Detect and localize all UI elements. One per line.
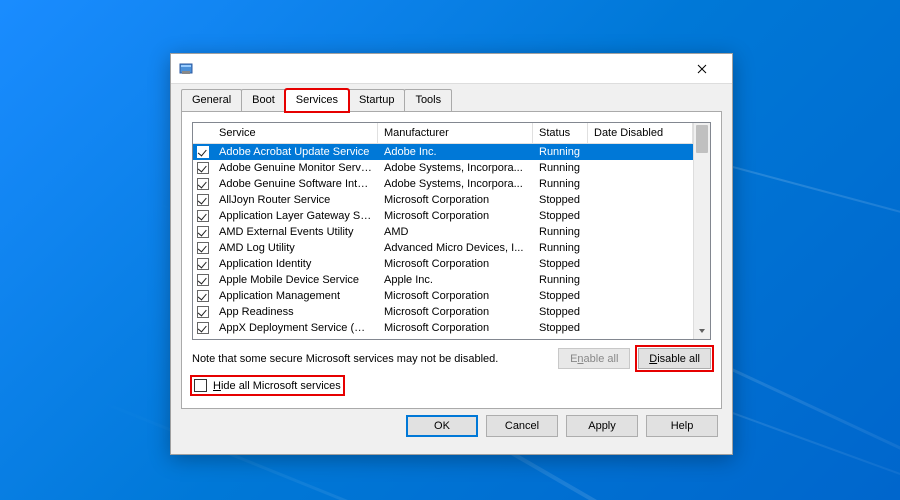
row-checkbox[interactable] xyxy=(197,178,209,190)
row-checkbox[interactable] xyxy=(197,290,209,302)
col-service-header[interactable]: Service xyxy=(213,123,378,143)
titlebar[interactable] xyxy=(171,54,732,84)
cell-service: AMD External Events Utility xyxy=(213,226,378,238)
table-row[interactable]: Apple Mobile Device ServiceApple Inc.Run… xyxy=(193,272,693,288)
cell-service: Adobe Acrobat Update Service xyxy=(213,146,378,158)
cancel-button[interactable]: Cancel xyxy=(486,415,558,437)
cell-manufacturer: Microsoft Corporation xyxy=(378,194,533,206)
note-text: Note that some secure Microsoft services… xyxy=(192,353,550,365)
col-manufacturer-header[interactable]: Manufacturer xyxy=(378,123,533,143)
hide-microsoft-checkbox[interactable] xyxy=(194,379,207,392)
row-checkbox[interactable] xyxy=(197,306,209,318)
cell-manufacturer: Microsoft Corporation xyxy=(378,322,533,334)
cell-manufacturer: Microsoft Corporation xyxy=(378,290,533,302)
scroll-thumb[interactable] xyxy=(696,125,708,153)
cell-service: AppX Deployment Service (AppX... xyxy=(213,322,378,334)
hide-microsoft-checkbox-row[interactable]: Hide all Microsoft services xyxy=(192,377,343,394)
cell-service: Application Management xyxy=(213,290,378,302)
cell-manufacturer: Advanced Micro Devices, I... xyxy=(378,242,533,254)
table-row[interactable]: Application IdentityMicrosoft Corporatio… xyxy=(193,256,693,272)
table-row[interactable]: Adobe Genuine Monitor ServiceAdobe Syste… xyxy=(193,160,693,176)
cell-status: Stopped xyxy=(533,210,588,222)
ok-button[interactable]: OK xyxy=(406,415,478,437)
table-row[interactable]: Adobe Acrobat Update ServiceAdobe Inc.Ru… xyxy=(193,144,693,160)
row-checkbox[interactable] xyxy=(197,194,209,206)
cell-manufacturer: Adobe Systems, Incorpora... xyxy=(378,178,533,190)
col-date-disabled-header[interactable]: Date Disabled xyxy=(588,123,693,143)
list-header: Service Manufacturer Status Date Disable… xyxy=(193,123,693,144)
cell-service: Apple Mobile Device Service xyxy=(213,274,378,286)
enable-all-button: Enable all xyxy=(558,348,630,369)
cell-status: Running xyxy=(533,146,588,158)
row-checkbox[interactable] xyxy=(197,258,209,270)
table-row[interactable]: AMD Log UtilityAdvanced Micro Devices, I… xyxy=(193,240,693,256)
cell-status: Running xyxy=(533,226,588,238)
cell-status: Stopped xyxy=(533,322,588,334)
disable-all-button[interactable]: Disable all xyxy=(638,348,711,369)
msconfig-window: General Boot Services Startup Tools Serv… xyxy=(170,53,733,455)
cell-status: Running xyxy=(533,178,588,190)
dialog-button-row: OK Cancel Apply Help xyxy=(171,415,732,447)
help-button[interactable]: Help xyxy=(646,415,718,437)
tab-boot[interactable]: Boot xyxy=(241,89,286,112)
cell-manufacturer: Apple Inc. xyxy=(378,274,533,286)
services-panel: Service Manufacturer Status Date Disable… xyxy=(181,111,722,409)
app-icon xyxy=(179,61,195,77)
row-checkbox[interactable] xyxy=(197,210,209,222)
row-checkbox[interactable] xyxy=(197,242,209,254)
cell-status: Stopped xyxy=(533,194,588,206)
col-status-header[interactable]: Status xyxy=(533,123,588,143)
table-row[interactable]: Application Layer Gateway ServiceMicroso… xyxy=(193,208,693,224)
services-list: Service Manufacturer Status Date Disable… xyxy=(192,122,711,340)
row-checkbox[interactable] xyxy=(197,322,209,334)
close-button[interactable] xyxy=(679,54,724,84)
cell-manufacturer: Microsoft Corporation xyxy=(378,258,533,270)
cell-service: Application Layer Gateway Service xyxy=(213,210,378,222)
row-checkbox[interactable] xyxy=(197,162,209,174)
cell-status: Running xyxy=(533,162,588,174)
table-row[interactable]: Application ManagementMicrosoft Corporat… xyxy=(193,288,693,304)
tab-startup[interactable]: Startup xyxy=(348,89,405,112)
cell-status: Stopped xyxy=(533,306,588,318)
vertical-scrollbar[interactable] xyxy=(693,123,710,339)
table-row[interactable]: Adobe Genuine Software Integri...Adobe S… xyxy=(193,176,693,192)
tab-strip: General Boot Services Startup Tools xyxy=(171,84,732,111)
row-checkbox[interactable] xyxy=(197,226,209,238)
cell-status: Stopped xyxy=(533,258,588,270)
tab-tools[interactable]: Tools xyxy=(404,89,452,112)
cell-service: App Readiness xyxy=(213,306,378,318)
apply-button[interactable]: Apply xyxy=(566,415,638,437)
cell-manufacturer: Microsoft Corporation xyxy=(378,210,533,222)
hide-microsoft-label: Hide all Microsoft services xyxy=(213,380,341,392)
cell-manufacturer: Adobe Inc. xyxy=(378,146,533,158)
tab-services[interactable]: Services xyxy=(285,89,349,112)
row-checkbox[interactable] xyxy=(197,274,209,286)
cell-manufacturer: AMD xyxy=(378,226,533,238)
cell-status: Running xyxy=(533,242,588,254)
cell-service: AllJoyn Router Service xyxy=(213,194,378,206)
cell-service: Adobe Genuine Software Integri... xyxy=(213,178,378,190)
cell-service: Adobe Genuine Monitor Service xyxy=(213,162,378,174)
cell-manufacturer: Adobe Systems, Incorpora... xyxy=(378,162,533,174)
table-row[interactable]: App ReadinessMicrosoft CorporationStoppe… xyxy=(193,304,693,320)
cell-service: AMD Log Utility xyxy=(213,242,378,254)
tab-general[interactable]: General xyxy=(181,89,242,112)
table-row[interactable]: AMD External Events UtilityAMDRunning xyxy=(193,224,693,240)
scroll-down-icon[interactable] xyxy=(694,322,710,339)
row-checkbox[interactable] xyxy=(197,146,209,158)
cell-status: Running xyxy=(533,274,588,286)
cell-manufacturer: Microsoft Corporation xyxy=(378,306,533,318)
table-row[interactable]: AppX Deployment Service (AppX...Microsof… xyxy=(193,320,693,336)
cell-status: Stopped xyxy=(533,290,588,302)
table-row[interactable]: AllJoyn Router ServiceMicrosoft Corporat… xyxy=(193,192,693,208)
cell-service: Application Identity xyxy=(213,258,378,270)
